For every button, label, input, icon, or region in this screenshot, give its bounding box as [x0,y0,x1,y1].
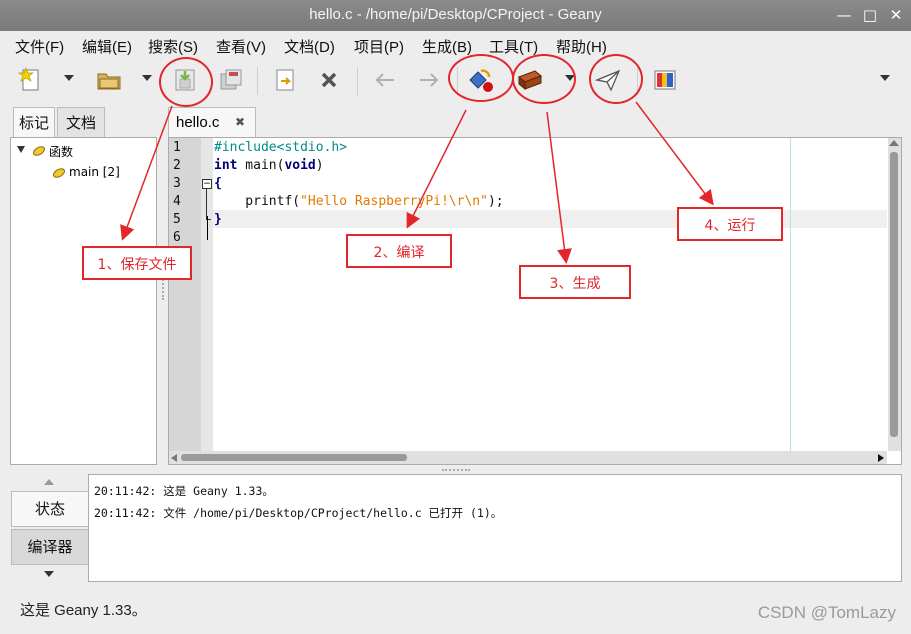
annotation-save: 1、保存文件 [82,246,192,280]
annotation-build: 3、生成 [519,265,631,299]
annotation-run: 4、运行 [677,207,783,241]
annotation-arrows [120,101,714,264]
arrow-run [635,101,714,206]
annotation-compile: 2、编译 [346,234,452,268]
arrow-compile [406,109,467,229]
arrow-build [546,111,572,264]
arrow-save [120,105,173,241]
